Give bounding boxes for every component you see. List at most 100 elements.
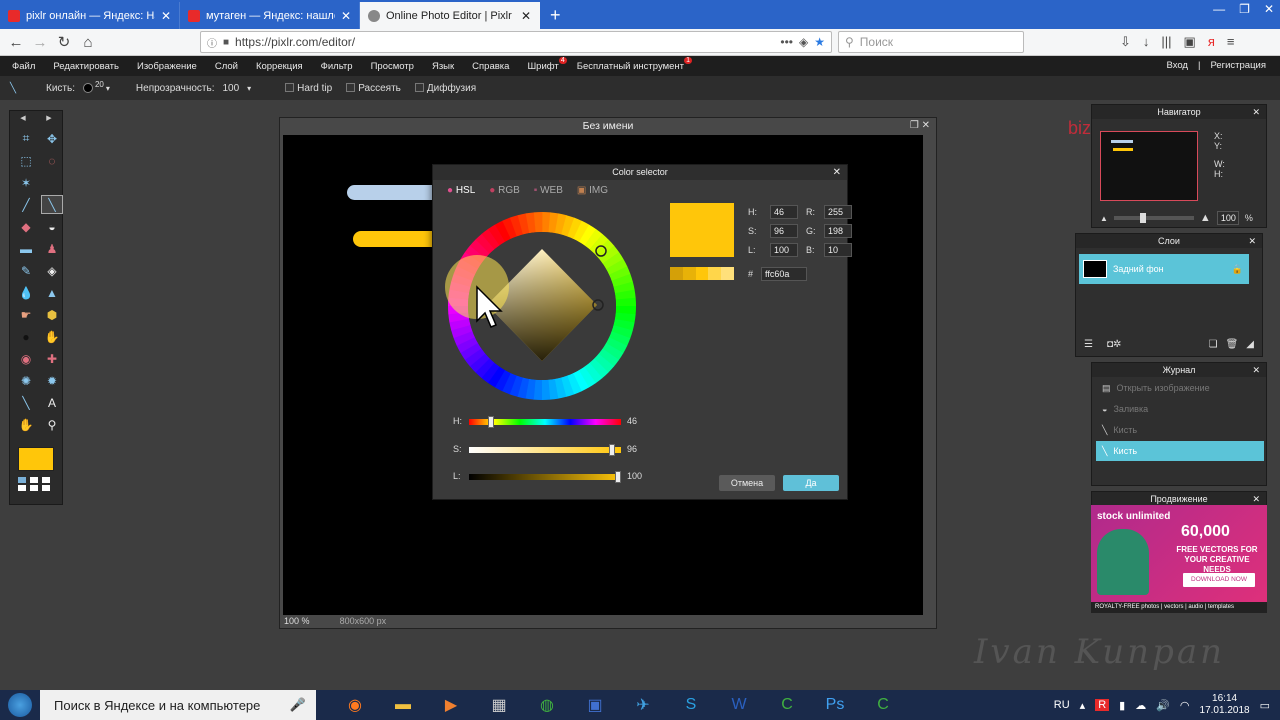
swatch[interactable] bbox=[30, 485, 38, 491]
minimize-icon[interactable]: — bbox=[1213, 2, 1225, 16]
trash-icon[interactable]: 🗑 bbox=[1226, 339, 1239, 350]
register-link[interactable]: Регистрация bbox=[1210, 60, 1266, 71]
layer-settings-icon[interactable]: ☰ bbox=[1084, 339, 1093, 350]
clock[interactable]: 16:14 17.01.2018 bbox=[1200, 693, 1250, 717]
login-link[interactable]: Вход bbox=[1166, 60, 1188, 71]
cloud-icon[interactable]: ☁ bbox=[1135, 699, 1146, 712]
variation-swatch[interactable] bbox=[721, 267, 734, 280]
reload-icon[interactable]: ↻ bbox=[52, 33, 76, 51]
close-icon[interactable]: ✕ bbox=[1252, 363, 1260, 377]
drawing-tool-icon[interactable]: ◈ bbox=[41, 261, 63, 280]
swatch[interactable] bbox=[42, 485, 50, 491]
close-icon[interactable]: ✕ bbox=[922, 120, 930, 131]
bookmark-star-icon[interactable]: ★ bbox=[814, 35, 825, 49]
menu-filter[interactable]: Фильтр bbox=[321, 61, 353, 72]
tray-chevron-icon[interactable]: ▴ bbox=[1080, 699, 1086, 712]
variation-swatch[interactable] bbox=[708, 267, 722, 280]
history-item[interactable]: ▤ Открыть изображение bbox=[1096, 378, 1264, 398]
forward-icon[interactable]: → bbox=[28, 34, 52, 51]
close-icon[interactable]: ✕ bbox=[521, 9, 531, 23]
history-item[interactable]: ◒ Заливка bbox=[1096, 399, 1264, 419]
crop-tool-icon[interactable]: ⌗ bbox=[15, 129, 37, 148]
dialog-title-bar[interactable]: Color selector ✕ bbox=[433, 165, 847, 180]
spot-heal-tool-icon[interactable]: ✚ bbox=[41, 349, 63, 368]
zoom-readout[interactable]: 100 % bbox=[284, 616, 310, 626]
brush-preview-icon[interactable] bbox=[82, 83, 93, 93]
gradient-tool-icon[interactable]: ▬ bbox=[15, 239, 37, 258]
burn-tool-icon[interactable]: ● bbox=[15, 327, 37, 346]
document-title-bar[interactable]: Без имени ❐ ✕ bbox=[280, 118, 936, 134]
url-text[interactable]: https://pixlr.com/editor/ bbox=[235, 35, 774, 49]
stamp-tool-icon[interactable]: ♟ bbox=[41, 239, 63, 258]
blur-tool-icon[interactable]: 💧 bbox=[15, 283, 37, 302]
new-tab-button[interactable]: + bbox=[540, 2, 571, 29]
yandex-icon[interactable]: я bbox=[1208, 34, 1215, 50]
slider-knob[interactable] bbox=[609, 444, 616, 456]
new-layer-icon[interactable]: ❏ bbox=[1209, 339, 1218, 350]
zoom-slider[interactable] bbox=[1113, 213, 1194, 223]
swatch[interactable] bbox=[30, 477, 38, 483]
type-tool-icon[interactable]: A bbox=[41, 393, 63, 412]
color-picker-tool-icon[interactable]: ╲ bbox=[15, 393, 37, 412]
tab-img[interactable]: ▣ IMG bbox=[577, 185, 608, 196]
tab-pixlr-editor[interactable]: Online Photo Editor | Pixlr Editor ✕ bbox=[360, 2, 540, 29]
download-tray-icon[interactable]: ⇩ bbox=[1120, 34, 1131, 50]
back-icon[interactable]: ← bbox=[4, 34, 28, 51]
maximize-icon[interactable]: ❐ bbox=[1239, 2, 1250, 16]
panel-header[interactable]: Журнал ✕ bbox=[1092, 363, 1266, 377]
menu-file[interactable]: Файл bbox=[12, 61, 35, 72]
pocket-icon[interactable]: ◈ bbox=[799, 35, 808, 49]
tab-rgb[interactable]: ● RGB bbox=[489, 185, 520, 196]
firefox-icon[interactable]: ◉ bbox=[336, 690, 374, 720]
layer-style-icon[interactable]: ✲ bbox=[1113, 339, 1121, 350]
layer-item[interactable]: Задний фон 🔒 bbox=[1079, 254, 1249, 284]
panel-header[interactable]: Продвижение ✕ bbox=[1092, 492, 1266, 506]
g-field[interactable]: 198 bbox=[824, 224, 852, 238]
color-replace-tool-icon[interactable]: ✎ bbox=[15, 261, 37, 280]
tab-yandex-mutagen[interactable]: мутаген — Яндекс: нашлось 6 ✕ bbox=[180, 2, 360, 29]
navigator-preview[interactable] bbox=[1100, 131, 1198, 201]
start-button[interactable] bbox=[0, 690, 40, 720]
swatch[interactable] bbox=[42, 477, 50, 483]
menu-help[interactable]: Справка bbox=[472, 61, 509, 72]
media-player-icon[interactable]: ▶ bbox=[432, 690, 470, 720]
menu-edit[interactable]: Редактировать bbox=[53, 61, 119, 72]
chevron-down-icon[interactable]: ▾ bbox=[247, 84, 251, 93]
color-variations[interactable] bbox=[670, 267, 734, 280]
ok-button[interactable]: Да bbox=[783, 475, 839, 491]
diffuse-checkbox[interactable] bbox=[414, 83, 424, 93]
cancel-button[interactable]: Отмена bbox=[719, 475, 775, 491]
notifications-icon[interactable]: ▭ bbox=[1260, 699, 1270, 712]
info-icon[interactable]: ⓘ bbox=[207, 35, 217, 50]
chrome-icon[interactable]: ◍ bbox=[528, 690, 566, 720]
variation-swatch[interactable] bbox=[670, 267, 683, 280]
zoom-in-icon[interactable]: ▲ bbox=[1200, 212, 1211, 224]
close-icon[interactable]: ✕ bbox=[1252, 105, 1260, 119]
smudge-tool-icon[interactable]: ☛ bbox=[15, 305, 37, 324]
l-field[interactable]: 100 bbox=[770, 243, 798, 257]
diffuse-option[interactable]: Диффузия bbox=[414, 83, 476, 94]
library-icon[interactable]: ||| bbox=[1161, 34, 1171, 50]
pinch-tool-icon[interactable]: ✹ bbox=[41, 371, 63, 390]
bloat-tool-icon[interactable]: ✺ bbox=[15, 371, 37, 390]
close-icon[interactable]: ✕ bbox=[341, 9, 351, 23]
marquee-tool-icon[interactable]: ⬚ bbox=[15, 151, 37, 170]
close-icon[interactable]: ✕ bbox=[1248, 234, 1256, 248]
toolbox-collapse[interactable]: ◀ ▶ bbox=[10, 111, 62, 125]
move-tool-icon[interactable]: ✥ bbox=[41, 129, 63, 148]
yandex-tray-icon[interactable]: R bbox=[1095, 699, 1110, 711]
lasso-tool-icon[interactable]: ◌ bbox=[41, 151, 63, 170]
slider-knob[interactable] bbox=[487, 416, 494, 428]
zoom-knob[interactable] bbox=[1139, 213, 1146, 223]
magic-wand-tool-icon[interactable]: ✶ bbox=[15, 173, 37, 192]
swatch[interactable] bbox=[18, 477, 26, 483]
address-bar[interactable]: ⓘ ■ https://pixlr.com/editor/ ••• ◈ ★ bbox=[200, 31, 832, 53]
lock-icon[interactable]: 🔒 bbox=[1232, 264, 1243, 275]
tab-yandex-pixlr[interactable]: pixlr онлайн — Яндекс: Нашло ✕ bbox=[0, 2, 180, 29]
chevron-down-icon[interactable]: ▾ bbox=[106, 84, 110, 93]
taskbar-search[interactable]: Поиск в Яндексе и на компьютере 🎤 bbox=[40, 690, 316, 720]
r-field[interactable]: 255 bbox=[824, 205, 852, 219]
word-icon[interactable]: W bbox=[720, 690, 758, 720]
slider-knob[interactable] bbox=[615, 471, 621, 483]
panel-header[interactable]: Слои ✕ bbox=[1076, 234, 1262, 248]
